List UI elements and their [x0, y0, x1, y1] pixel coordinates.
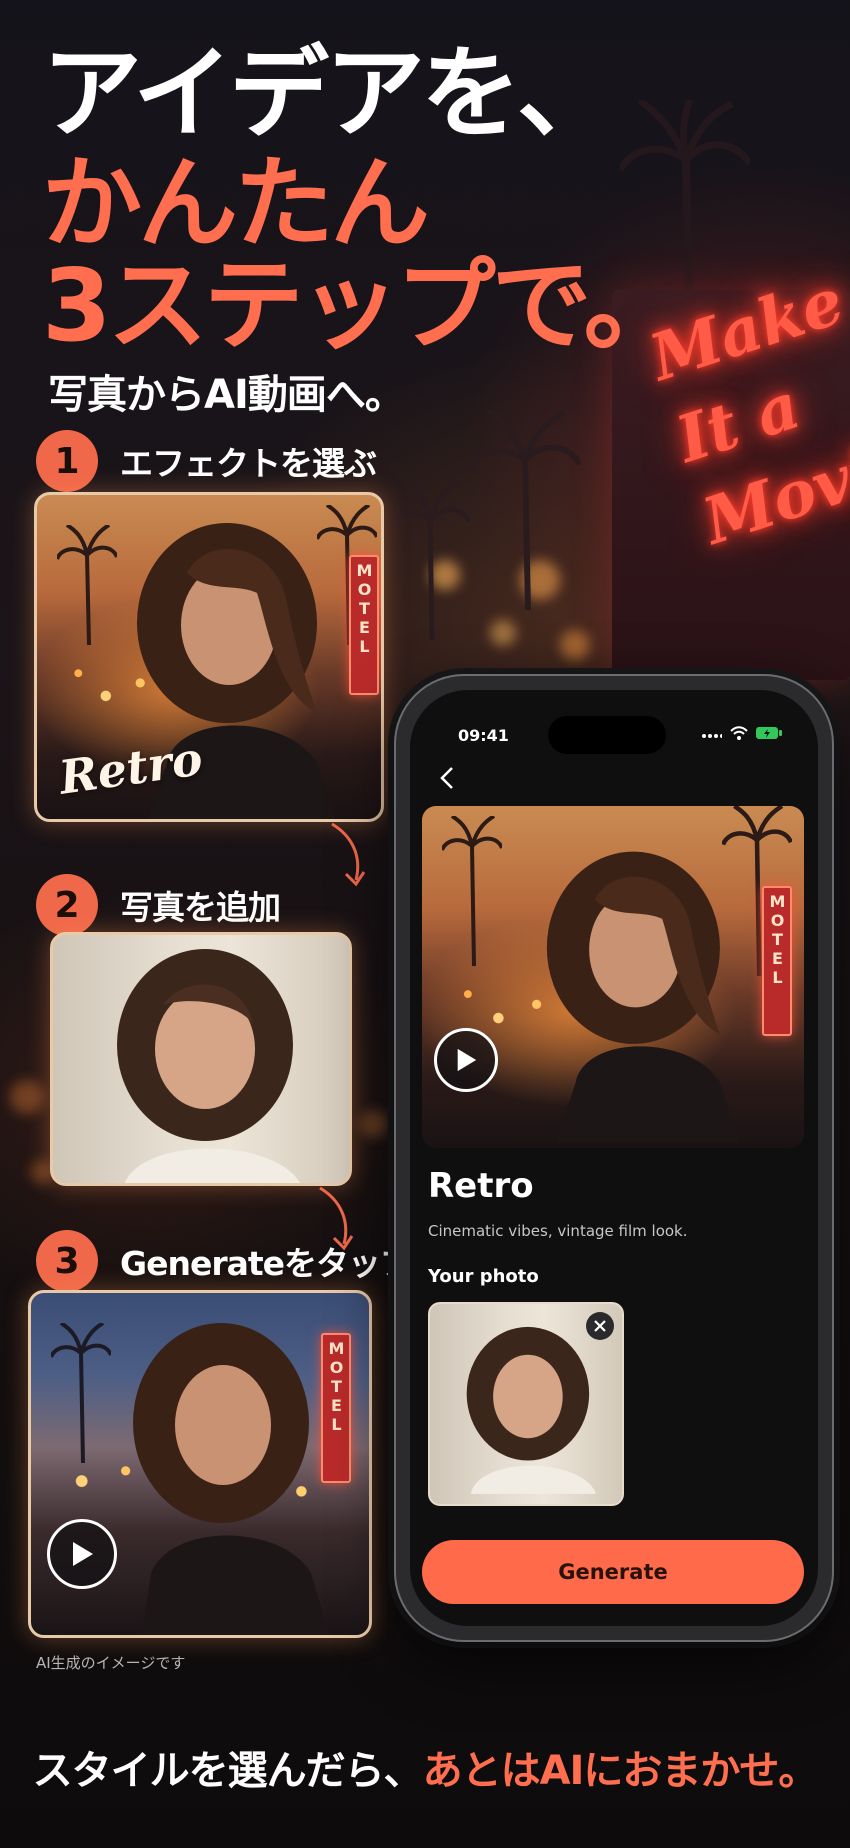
curved-arrow-icon	[331, 822, 366, 887]
bokeh-light	[360, 1110, 388, 1138]
wifi-icon	[730, 726, 748, 740]
woman-portrait	[133, 1323, 330, 1635]
uploaded-photo-thumbnail[interactable]	[428, 1302, 624, 1506]
step-label: Generateをタップ	[120, 1244, 413, 1283]
headline-line-3: 3ステップで。	[42, 247, 684, 364]
palm-tree-silhouette	[470, 410, 580, 610]
step-number-badge: 1	[36, 430, 98, 492]
signal-icon	[702, 734, 722, 738]
bokeh-light	[10, 1080, 44, 1114]
headline-line-2: かんたん	[42, 145, 430, 262]
step-label: 写真を追加	[120, 888, 281, 927]
motel-sign-text: MOTEL	[768, 892, 787, 987]
step-number-badge: 2	[36, 874, 98, 936]
phone-screen: 09:41 MOTEL Retro Cinematic vibes, vinta…	[410, 690, 818, 1626]
step-2-photo-card	[50, 932, 352, 1186]
subtitle: 写真からAI動画へ。	[48, 372, 405, 418]
your-photo-label: Your photo	[428, 1266, 539, 1287]
effect-preview-video[interactable]: MOTEL	[422, 806, 804, 1148]
ai-image-caption: AI生成のイメージです	[36, 1654, 186, 1672]
headline: アイデアを、 かんたん 3ステップで。	[42, 35, 684, 364]
woman-portrait	[117, 949, 300, 1183]
step-number-badge: 3	[36, 1230, 98, 1292]
play-button[interactable]	[434, 1028, 498, 1092]
step-1-effect-card: MOTEL Retro	[34, 492, 384, 822]
palm-tree-silhouette	[51, 1323, 111, 1463]
play-icon	[73, 1542, 93, 1566]
effect-description: Cinematic vibes, vintage film look.	[428, 1222, 688, 1240]
palm-tree-silhouette	[442, 816, 502, 966]
step-2-header: 2 写真を追加	[36, 874, 281, 936]
step-1-header: 1 エフェクトを選ぶ	[36, 430, 377, 492]
status-time: 09:41	[458, 726, 509, 745]
status-icons	[702, 726, 782, 740]
woman-portrait	[546, 851, 740, 1142]
close-icon	[594, 1320, 606, 1332]
effect-title: Retro	[428, 1166, 534, 1206]
tagline-part-1: スタイルを選んだら、	[32, 1748, 424, 1794]
woman-portrait	[466, 1326, 597, 1494]
bokeh-light	[560, 630, 590, 660]
headline-line-1: アイデアを、	[42, 35, 617, 152]
remove-photo-button[interactable]	[586, 1312, 614, 1340]
phone-mockup: 09:41 MOTEL Retro Cinematic vibes, vinta…	[394, 674, 834, 1642]
tagline: スタイルを選んだら、あとはAIにおまかせ。	[0, 1738, 850, 1796]
chevron-left-icon	[440, 767, 453, 789]
dynamic-island	[548, 716, 666, 754]
battery-icon	[756, 727, 782, 739]
play-icon	[457, 1048, 477, 1072]
step-label: エフェクトを選ぶ	[120, 444, 377, 483]
generate-button[interactable]: Generate	[422, 1540, 804, 1604]
step-3-header: 3 Generateをタップ	[36, 1230, 413, 1292]
step-3-video-card: MOTEL	[28, 1290, 372, 1638]
bokeh-light	[490, 620, 516, 646]
palm-tree-silhouette	[390, 480, 470, 640]
back-button[interactable]	[440, 766, 454, 796]
play-button[interactable]	[47, 1519, 117, 1589]
tagline-part-2: あとはAIにおまかせ。	[422, 1748, 819, 1794]
